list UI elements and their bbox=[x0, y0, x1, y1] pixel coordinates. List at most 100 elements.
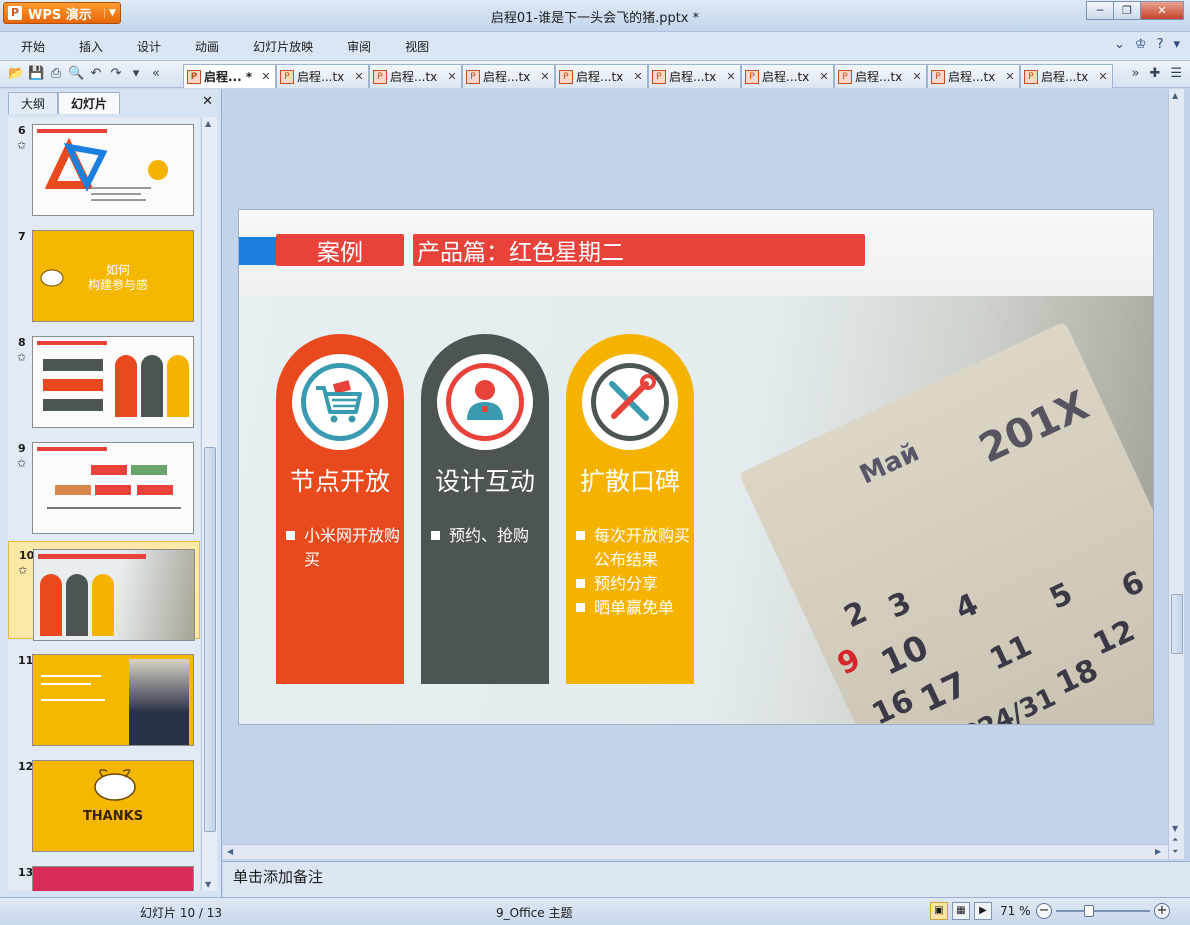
tab-slides[interactable]: 幻灯片 bbox=[58, 92, 121, 114]
slideshow-icon[interactable]: ▶ bbox=[974, 902, 992, 920]
tabs-scroll-left-icon[interactable]: « bbox=[148, 66, 164, 82]
scrollbar-thumb[interactable] bbox=[204, 447, 216, 832]
menu-home[interactable]: 开始 bbox=[21, 38, 45, 55]
slide-thumbnail-13[interactable]: 13 bbox=[8, 859, 200, 891]
close-panel-icon[interactable]: ✕ bbox=[202, 94, 213, 109]
collapse-ribbon-icon[interactable]: ⌄ bbox=[1114, 37, 1125, 52]
slide-title[interactable]: 产品篇：红色星期二 bbox=[413, 234, 865, 266]
close-tab-icon[interactable]: ✕ bbox=[260, 70, 272, 83]
menu-view[interactable]: 视图 bbox=[405, 38, 429, 55]
doc-tab-5[interactable]: P 启程...tx ✕ bbox=[648, 64, 741, 88]
slide-thumbnail-10[interactable]: 10 ✩ bbox=[8, 541, 200, 641]
zoom-slider-knob[interactable] bbox=[1084, 905, 1094, 917]
column-design-interaction[interactable]: 设计互动 预约、抢购 bbox=[421, 334, 549, 684]
menu-design[interactable]: 设计 bbox=[137, 38, 161, 55]
customize-toolbar-icon[interactable]: ▾ bbox=[128, 66, 144, 82]
title-accent-bar bbox=[239, 237, 277, 265]
slide-thumbnail-12[interactable]: 12 THANKS bbox=[8, 753, 200, 852]
skin-icon[interactable]: ♔ bbox=[1135, 37, 1147, 52]
help-icon[interactable]: ? bbox=[1157, 37, 1164, 52]
close-tab-icon[interactable]: ✕ bbox=[539, 70, 551, 83]
doc-tab-0[interactable]: P 启程... * ✕ bbox=[183, 64, 276, 88]
close-button[interactable]: ✕ bbox=[1140, 1, 1184, 20]
scrollbar-thumb[interactable] bbox=[1171, 594, 1183, 654]
doc-tab-6[interactable]: P 启程...tx ✕ bbox=[741, 64, 834, 88]
scroll-right-icon[interactable]: ▶ bbox=[1155, 847, 1161, 856]
pptx-file-icon: P bbox=[280, 69, 294, 84]
chevron-down-icon[interactable]: ▾ bbox=[1173, 37, 1180, 52]
pptx-file-icon: P bbox=[559, 69, 573, 84]
status-bar: 幻灯片 10 / 13 9_Office 主题 ▣ ▦ ▶ 71 % − + bbox=[0, 897, 1190, 925]
scroll-up-icon[interactable]: ▲ bbox=[1172, 91, 1178, 100]
print-preview-icon[interactable]: 🔍 bbox=[68, 66, 84, 82]
notes-pane[interactable]: 单击添加备注 bbox=[223, 861, 1190, 897]
redo-icon[interactable]: ↷ bbox=[108, 66, 124, 82]
scroll-down-icon[interactable]: ▼ bbox=[1172, 824, 1178, 833]
animation-star-icon: ✩ bbox=[17, 139, 27, 152]
column-spread-word-of-mouth[interactable]: 扩散口碑 每次开放购买公布结果 预约分享 晒单赢免单 bbox=[566, 334, 694, 684]
maximize-button[interactable]: ❐ bbox=[1113, 1, 1141, 20]
doc-tab-3[interactable]: P 启程...tx ✕ bbox=[462, 64, 555, 88]
close-tab-icon[interactable]: ✕ bbox=[911, 70, 923, 83]
slide-thumbnail-9[interactable]: 9 ✩ bbox=[8, 435, 200, 534]
flying-pig-icon bbox=[40, 269, 64, 287]
undo-icon[interactable]: ↶ bbox=[88, 66, 104, 82]
doc-tab-7[interactable]: P 启程...tx ✕ bbox=[834, 64, 927, 88]
pptx-file-icon: P bbox=[466, 69, 480, 84]
thumbnail-scrollbar[interactable]: ▲ ▼ bbox=[201, 117, 217, 891]
close-tab-icon[interactable]: ✕ bbox=[818, 70, 830, 83]
close-tab-icon[interactable]: ✕ bbox=[446, 70, 458, 83]
slide-thumbnail-11[interactable]: 11 bbox=[8, 647, 200, 746]
doc-tab-1[interactable]: P 启程...tx ✕ bbox=[276, 64, 369, 88]
close-tab-icon[interactable]: ✕ bbox=[632, 70, 644, 83]
close-tab-icon[interactable]: ✕ bbox=[1097, 70, 1109, 83]
menu-insert[interactable]: 插入 bbox=[79, 38, 103, 55]
print-icon[interactable]: ⎙ bbox=[48, 66, 64, 82]
slide-thumbnail-list: 6 ✩ 7 如何 构建参与感 8 ✩ 9 ✩ 10 ✩ 11 12 THANKS… bbox=[8, 117, 200, 891]
pptx-file-icon: P bbox=[838, 69, 852, 84]
zoom-level: 71 % bbox=[1000, 904, 1031, 918]
editor-vertical-scrollbar[interactable]: ▲ ▼ ⏶ ⏷ bbox=[1168, 89, 1184, 859]
close-tab-icon[interactable]: ✕ bbox=[1004, 70, 1016, 83]
pptx-file-icon: P bbox=[931, 69, 945, 84]
close-tab-icon[interactable]: ✕ bbox=[725, 70, 737, 83]
shopping-cart-icon bbox=[316, 380, 362, 423]
next-slide-icon[interactable]: ⏷ bbox=[1172, 847, 1178, 857]
slide-thumbnail-6[interactable]: 6 ✩ bbox=[8, 117, 200, 216]
doc-tab-9[interactable]: P 启程...tx ✕ bbox=[1020, 64, 1113, 88]
flying-pig-icon bbox=[94, 769, 136, 801]
new-document-icon[interactable]: ✚ bbox=[1149, 66, 1160, 81]
menu-slideshow[interactable]: 幻灯片放映 bbox=[253, 38, 313, 55]
previous-slide-icon[interactable]: ⏶ bbox=[1172, 835, 1178, 845]
doc-tab-2[interactable]: P 启程...tx ✕ bbox=[369, 64, 462, 88]
doc-tab-8[interactable]: P 启程...tx ✕ bbox=[927, 64, 1020, 88]
tabs-scroll-right-icon[interactable]: » bbox=[1131, 66, 1139, 81]
scroll-left-icon[interactable]: ◀ bbox=[227, 847, 233, 856]
minimize-button[interactable]: ─ bbox=[1086, 1, 1114, 20]
save-icon[interactable]: 💾 bbox=[28, 66, 44, 82]
current-slide[interactable]: 案例 产品篇：红色星期二 Май 201X 2 9 3 10 16 17 4 1… bbox=[239, 210, 1153, 724]
zoom-slider[interactable]: − + bbox=[1036, 902, 1172, 920]
slide-label-case[interactable]: 案例 bbox=[276, 234, 404, 266]
slide-panel: 大纲 幻灯片 ✕ 6 ✩ 7 如何 构建参与感 8 ✩ 9 ✩ 10 ✩ 11 … bbox=[0, 89, 222, 897]
open-folder-icon[interactable]: 📂 bbox=[8, 66, 24, 82]
slide-thumbnail-8[interactable]: 8 ✩ bbox=[8, 329, 200, 428]
tab-outline[interactable]: 大纲 bbox=[8, 92, 59, 114]
document-tabs: P 启程... * ✕ P 启程...tx ✕ P 启程...tx ✕ P 启程...tx ✕ … bbox=[183, 64, 1113, 88]
column-node-open[interactable]: 节点开放 小米网开放购买 bbox=[276, 334, 404, 684]
triangle-diagram-thumbnail bbox=[44, 137, 168, 201]
close-tab-icon[interactable]: ✕ bbox=[353, 70, 365, 83]
menu-review[interactable]: 审阅 bbox=[347, 38, 371, 55]
zoom-in-button[interactable]: + bbox=[1154, 903, 1170, 919]
scroll-up-icon[interactable]: ▲ bbox=[205, 119, 211, 128]
zoom-out-button[interactable]: − bbox=[1036, 903, 1052, 919]
editor-horizontal-scrollbar[interactable]: ◀ ▶ bbox=[223, 844, 1168, 859]
slide-editor: 案例 产品篇：红色星期二 Май 201X 2 9 3 10 16 17 4 1… bbox=[223, 89, 1190, 861]
scroll-down-icon[interactable]: ▼ bbox=[205, 880, 211, 889]
menu-animation[interactable]: 动画 bbox=[195, 38, 219, 55]
tab-list-icon[interactable]: ☰ bbox=[1170, 66, 1182, 81]
slide-sorter-icon[interactable]: ▦ bbox=[952, 902, 970, 920]
normal-view-icon[interactable]: ▣ bbox=[930, 902, 948, 920]
slide-thumbnail-7[interactable]: 7 如何 构建参与感 bbox=[8, 223, 200, 322]
doc-tab-4[interactable]: P 启程...tx ✕ bbox=[555, 64, 648, 88]
